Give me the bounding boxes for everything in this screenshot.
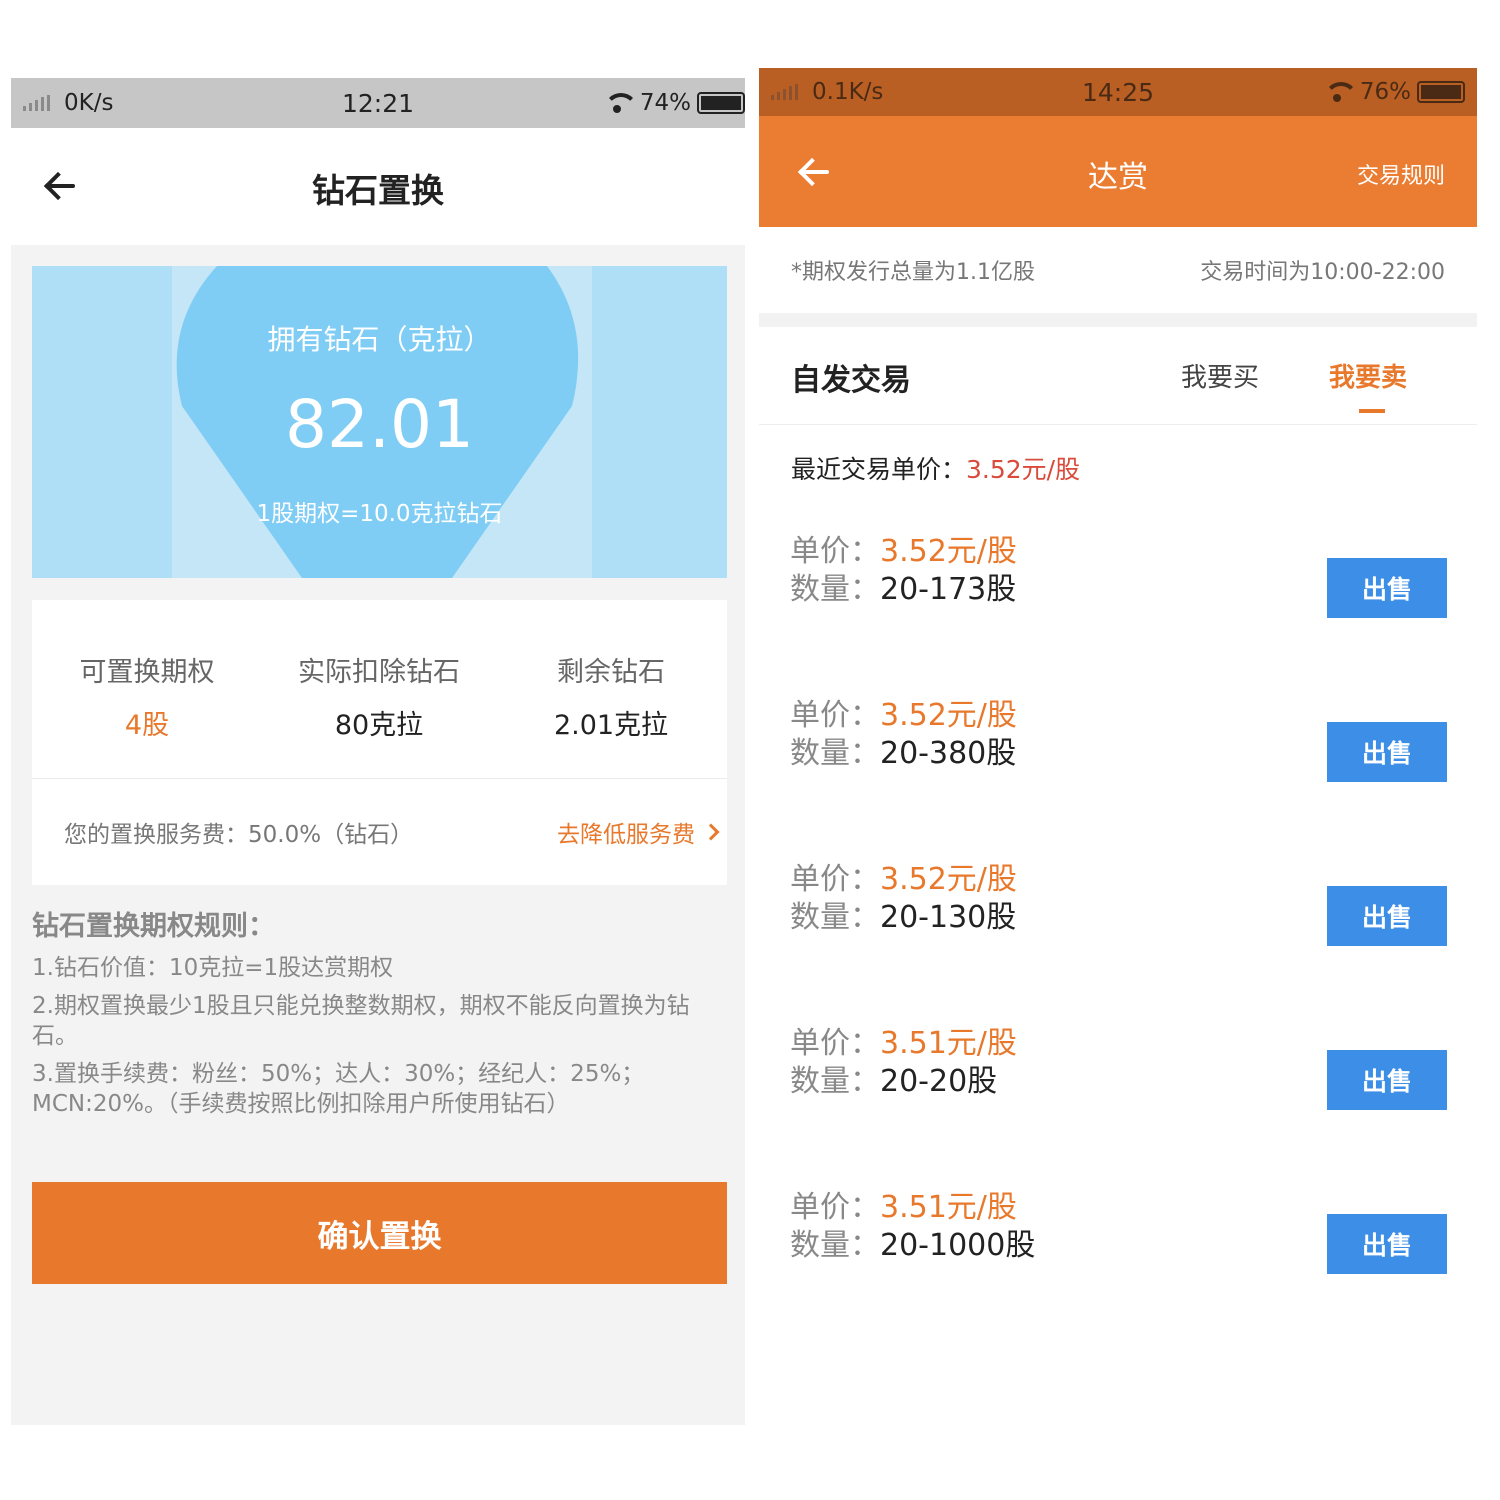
list-item: 单价：3.52元/股 数量：20-173股 出售 (759, 533, 1477, 697)
service-fee-row: 您的置换服务费：50.0%（钻石） 去降低服务费 (64, 815, 720, 849)
stat-label: 可置换期权 (79, 657, 215, 688)
exchange-summary-card: 可置换期权 4股 实际扣除钻石 80克拉 剩余钻石 2.01克拉 您的置换服务费… (32, 600, 727, 885)
rule-item: 1.钻石价值：10克拉=1股达赏期权 (32, 955, 394, 981)
battery-percent: 74% (639, 90, 691, 116)
price-label: 单价： (790, 1190, 880, 1225)
tab-sell[interactable]: 我要卖 (1329, 357, 1408, 413)
sell-button[interactable]: 出售 (1327, 722, 1447, 782)
wifi-icon (1322, 80, 1354, 104)
battery-percent: 76% (1359, 79, 1411, 105)
stat-value: 80克拉 (334, 710, 424, 741)
battery-icon (697, 92, 745, 114)
trading-rules-link[interactable]: 交易规则 (1357, 158, 1445, 190)
stat-value: 2.01克拉 (553, 710, 669, 741)
recent-price-label: 最近交易单价： (791, 455, 967, 484)
list-item: 单价：3.51元/股 数量：20-20股 出售 (759, 1025, 1477, 1189)
stat-remaining-diamonds: 剩余钻石 2.01克拉 (496, 650, 726, 742)
section-title: 自发交易 (791, 363, 911, 398)
order-price: 3.52元/股 (880, 698, 1017, 733)
qty-label: 数量： (790, 900, 880, 935)
reduce-fee-label: 去降低服务费 (557, 822, 695, 848)
list-item: 单价：3.52元/股 数量：20-380股 出售 (759, 697, 1477, 861)
stat-deducted-diamonds: 实际扣除钻石 80克拉 (264, 650, 494, 742)
list-item: 单价：3.51元/股 数量：20-1000股 出售 (759, 1189, 1477, 1318)
price-label: 单价： (790, 862, 880, 897)
diamond-amount: 82.01 (285, 386, 474, 463)
order-price: 3.52元/股 (880, 534, 1017, 569)
section-gap (759, 313, 1477, 327)
divider (32, 778, 727, 779)
sell-button[interactable]: 出售 (1327, 1214, 1447, 1274)
price-label: 单价： (790, 698, 880, 733)
price-label: 单价： (790, 1026, 880, 1061)
rule-item: 2.期权置换最少1股且只能兑换整数期权，期权不能反向置换为钻石。 (32, 993, 690, 1049)
order-price: 3.52元/股 (880, 862, 1017, 897)
page-title: 钻石置换 (312, 171, 444, 210)
issuance-notice: *期权发行总量为1.1亿股 (791, 260, 1035, 285)
trading-hours-notice: 交易时间为10:00-22:00 (1200, 260, 1445, 285)
confirm-exchange-button[interactable]: 确认置换 (32, 1182, 727, 1284)
chevron-right-icon (702, 823, 720, 841)
top-nav: 达赏 交易规则 (759, 116, 1477, 227)
battery-icon (1417, 81, 1465, 103)
qty-label: 数量： (790, 572, 880, 607)
reduce-fee-link[interactable]: 去降低服务费 (557, 815, 720, 849)
diamond-exchange-screen: 0K/s 12:21 74% 钻石置换 拥有钻石（克拉） 82.01 1股期权=… (11, 78, 745, 1425)
top-nav: 钻石置换 (11, 128, 745, 245)
exchange-rate: 1股期权=10.0克拉钻石 (256, 501, 503, 527)
rule-item: 3.置换手续费：粉丝：50%；达人：30%；经纪人：25%；MCN:20%。（手… (32, 1061, 645, 1117)
recent-price-value: 3.52元/股 (966, 455, 1081, 484)
service-fee-text: 您的置换服务费：50.0%（钻石） (64, 822, 414, 848)
active-tab-indicator (1359, 409, 1385, 413)
diamond-balance-card: 拥有钻石（克拉） 82.01 1股期权=10.0克拉钻石 (32, 266, 727, 578)
order-price: 3.51元/股 (880, 1026, 1017, 1061)
qty-label: 数量： (790, 736, 880, 771)
order-list: 单价：3.52元/股 数量：20-173股 出售 单价：3.52元/股 数量：2… (759, 533, 1477, 1318)
tab-sell-label: 我要卖 (1329, 363, 1408, 393)
order-quantity: 20-20股 (880, 1064, 998, 1099)
network-speed: 0.1K/s (812, 79, 884, 105)
list-item: 单价：3.52元/股 数量：20-130股 出售 (759, 861, 1477, 1025)
diamond-label: 拥有钻石（克拉） (267, 323, 492, 356)
exchange-rules: 钻石置换期权规则： 1.钻石价值：10克拉=1股达赏期权 2.期权置换最少1股且… (32, 904, 727, 1127)
stat-label: 剩余钻石 (557, 657, 665, 688)
signal-icon (23, 95, 50, 111)
network-speed: 0K/s (64, 90, 114, 116)
rules-title: 钻石置换期权规则： (32, 911, 275, 942)
price-label: 单价： (790, 534, 880, 569)
status-bar: 0.1K/s 14:25 76% (759, 68, 1477, 116)
qty-label: 数量： (790, 1228, 880, 1263)
order-quantity: 20-130股 (880, 900, 1017, 935)
trade-tabs: 自发交易 我要买 我要卖 (759, 327, 1477, 425)
order-quantity: 20-1000股 (880, 1228, 1036, 1263)
sell-button[interactable]: 出售 (1327, 886, 1447, 946)
tab-buy[interactable]: 我要买 (1181, 357, 1259, 394)
status-bar: 0K/s 12:21 74% (11, 78, 745, 128)
sell-button[interactable]: 出售 (1327, 558, 1447, 618)
order-price: 3.51元/股 (880, 1190, 1017, 1225)
stat-exchangeable-options: 可置换期权 4股 (32, 650, 262, 742)
recent-price: 最近交易单价：3.52元/股 (791, 450, 1080, 486)
wifi-icon (602, 91, 634, 115)
order-quantity: 20-380股 (880, 736, 1017, 771)
order-quantity: 20-173股 (880, 572, 1017, 607)
qty-label: 数量： (790, 1064, 880, 1099)
signal-icon (771, 84, 798, 100)
sell-button[interactable]: 出售 (1327, 1050, 1447, 1110)
stat-label: 实际扣除钻石 (298, 657, 460, 688)
trading-screen: 0.1K/s 14:25 76% 达赏 交易规则 *期权发行总量为1.1亿股 交… (759, 68, 1477, 1318)
trading-notice: *期权发行总量为1.1亿股 交易时间为10:00-22:00 (759, 227, 1477, 313)
stat-value: 4股 (124, 710, 170, 741)
